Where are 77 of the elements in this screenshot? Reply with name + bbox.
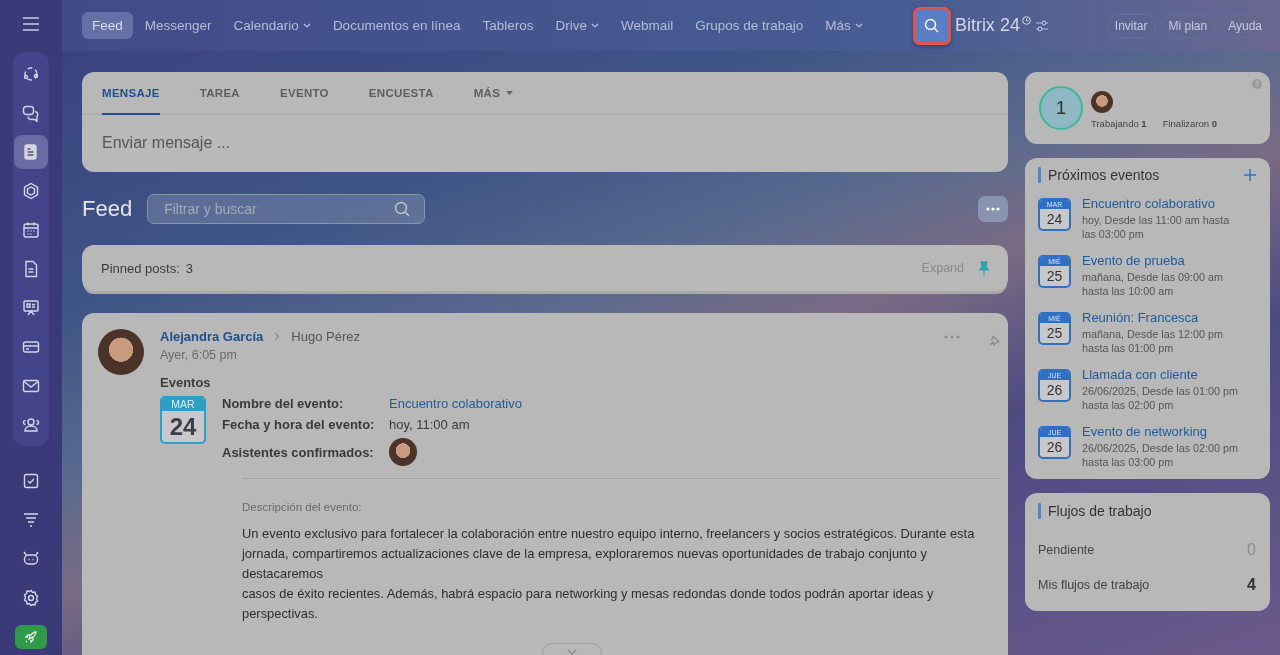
event-link[interactable]: Evento de prueba xyxy=(1082,253,1242,268)
widget-title: Próximos eventos xyxy=(1048,167,1160,183)
field-label: Fecha y hora del evento: xyxy=(222,417,376,432)
status-count: Finalizaron 0 xyxy=(1162,118,1218,129)
composer-tab[interactable]: ENCUESTA xyxy=(368,72,434,115)
calendar-icon xyxy=(22,220,40,239)
event-time: mañana, Desde las 09:00 am hasta las 10:00 am xyxy=(1082,271,1225,298)
nav-tab[interactable]: Documentos en línea xyxy=(322,12,471,39)
field-label: Asistentes confirmados: xyxy=(222,444,375,460)
description-text: casos de éxito recientes. Además, habrá espacio para networking y mesas redondas donde todos podrán aportar ideas y perspectivas. xyxy=(242,585,935,623)
chevron-down-icon xyxy=(567,649,577,655)
document-icon xyxy=(22,259,40,278)
feed-icon xyxy=(22,142,40,161)
description-label: Descripción del evento: xyxy=(242,501,363,513)
clock-icon xyxy=(1021,16,1031,25)
search-input[interactable]: Filtrar y buscar xyxy=(162,199,395,218)
pinned-label: Pinned posts: xyxy=(101,260,180,276)
search-icon xyxy=(924,18,940,33)
event-link[interactable]: Evento de networking xyxy=(1082,424,1242,439)
attendee-avatar xyxy=(389,438,417,466)
presentation-icon xyxy=(22,298,40,317)
nav-tab[interactable]: Webmail xyxy=(611,12,684,39)
rocket-button[interactable] xyxy=(15,625,47,649)
widget-title: Flujos de trabajo xyxy=(1048,503,1152,519)
event-time: hoy, Desde las 11:00 am hasta las 03:00 pm xyxy=(1082,214,1231,241)
chevron-right-icon xyxy=(274,332,281,341)
robot-icon xyxy=(22,550,40,568)
search-icon xyxy=(394,200,411,217)
author-link[interactable]: Alejandra García xyxy=(160,329,264,344)
brand-logo: Bitrix 24 xyxy=(954,15,1020,36)
chat-icon xyxy=(22,103,40,122)
counter-value: 1 xyxy=(1055,97,1067,119)
settings-icon xyxy=(22,589,40,607)
nav-tab[interactable]: Messenger xyxy=(134,12,222,39)
event-link[interactable]: Encuentro colaborativo xyxy=(1082,196,1242,211)
event-link[interactable]: Reunión: Francesca xyxy=(1082,310,1242,325)
sidebar-item[interactable] xyxy=(14,134,48,169)
composer-tab[interactable]: TAREA xyxy=(199,72,240,115)
composer-tab[interactable]: EVENTO xyxy=(279,72,329,115)
event-name-link[interactable]: Encuentro colaborativo xyxy=(389,396,522,411)
recipient-name: Hugo Pérez xyxy=(291,329,360,344)
nav-tab[interactable]: Feed xyxy=(82,12,133,39)
field-value: hoy, 11:00 am xyxy=(389,417,471,432)
field-label: Nombre del evento: xyxy=(222,396,345,411)
checkbox-icon xyxy=(22,472,40,490)
nav-tab[interactable]: Calendario xyxy=(223,12,321,39)
more-icon xyxy=(986,206,1000,211)
composer-tab[interactable]: MÁS xyxy=(473,72,514,115)
search-button[interactable] xyxy=(912,6,951,45)
avatar xyxy=(1091,91,1113,113)
people-icon xyxy=(22,415,40,434)
nav-tab[interactable]: Drive xyxy=(545,12,609,39)
event-link[interactable]: Llamada con cliente xyxy=(1082,367,1242,382)
nav-tab[interactable]: Grupos de trabajo xyxy=(685,12,814,39)
calendar-date-icon: MAR 24 xyxy=(160,396,206,444)
event-time: 26/06/2025, Desde las 02:00 pm hasta las 03:00 pm xyxy=(1082,442,1240,469)
page-title: Feed xyxy=(82,195,133,222)
search-field[interactable]: Filtrar y buscar xyxy=(147,193,426,224)
workflow-count: 4 xyxy=(1247,575,1256,594)
post-heading: Eventos xyxy=(160,375,212,390)
funnel-icon xyxy=(22,511,40,529)
menu-icon[interactable] xyxy=(22,17,40,31)
rocket-icon xyxy=(24,630,38,644)
nav-tab[interactable]: Tableros xyxy=(472,12,544,39)
more-button[interactable] xyxy=(978,195,1008,222)
workflow-link[interactable]: Pendiente xyxy=(1038,542,1095,557)
nav-tab[interactable]: Más xyxy=(815,12,873,39)
sliders-icon[interactable] xyxy=(1034,19,1049,32)
hexagon-icon xyxy=(22,181,40,200)
event-time: mañana, Desde las 12:00 pm hasta las 01:00 pm xyxy=(1082,328,1225,355)
avatar xyxy=(98,329,144,375)
composer-card[interactable]: MENSAJE TAREA EVENTO ENCUESTA MÁS Enviar mensaje ... xyxy=(82,72,1008,172)
pinned-count: 3 xyxy=(185,260,193,276)
status-count: Trabajando 1 xyxy=(1091,118,1147,129)
workflow-link[interactable]: Mis flujos de trabajo xyxy=(1038,577,1150,592)
post-time: Ayer, 6:05 pm xyxy=(160,348,238,362)
event-time: 26/06/2025, Desde las 01:00 pm hasta las 02:00 pm xyxy=(1082,385,1240,412)
